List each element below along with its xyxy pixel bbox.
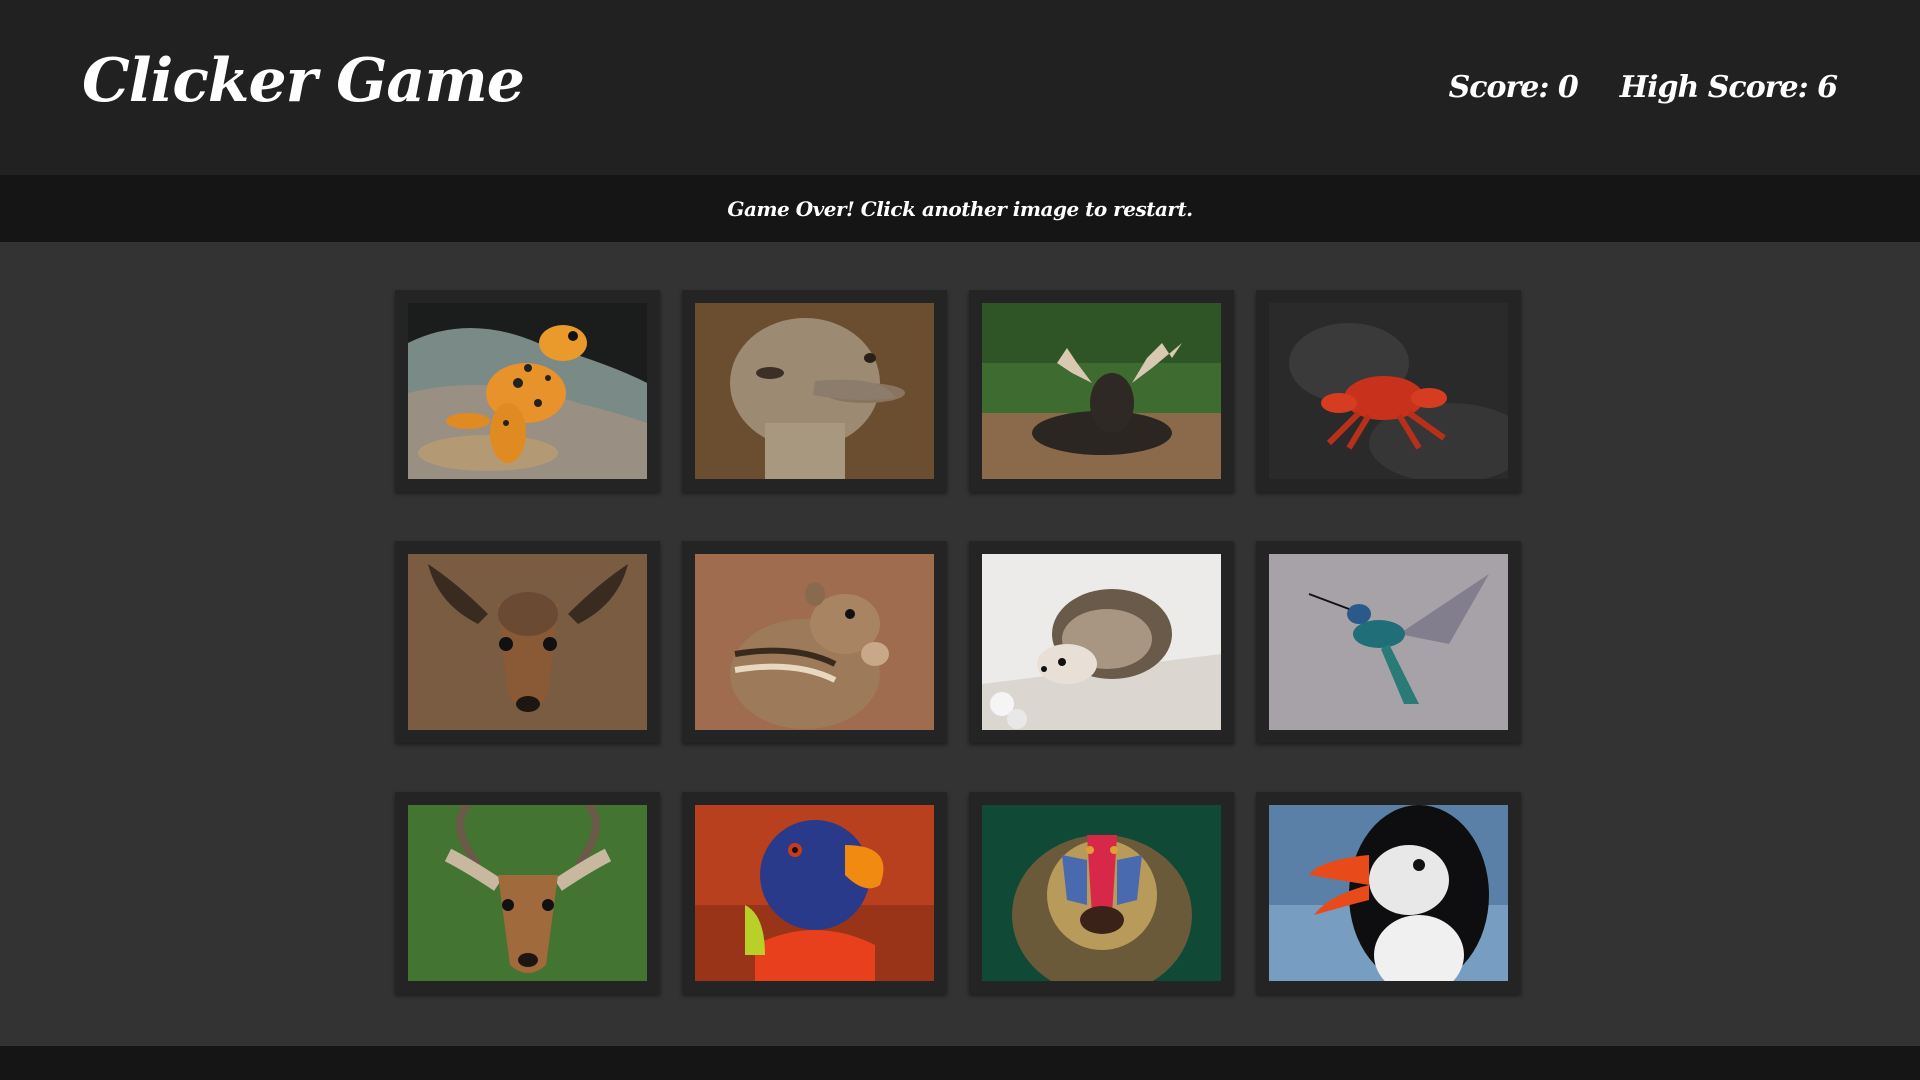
footer	[0, 1046, 1920, 1080]
mandrill-image	[982, 805, 1221, 981]
puffin-image	[1269, 805, 1508, 981]
image-card-mandrill[interactable]	[969, 792, 1234, 994]
ostrich-image	[695, 303, 934, 479]
score-area: Score: 0 High Score: 6	[1448, 70, 1838, 105]
crab-image	[1269, 303, 1508, 479]
game-message: Game Over! Click another image to restar…	[727, 196, 1193, 221]
image-card-moose[interactable]	[969, 290, 1234, 492]
brand-title[interactable]: Clicker Game	[82, 46, 525, 116]
image-card-crab[interactable]	[1256, 290, 1521, 492]
image-grid	[395, 290, 1525, 994]
message-bar: Game Over! Click another image to restar…	[0, 175, 1920, 242]
hummingbird-image	[1269, 554, 1508, 730]
high-score-label: High Score: 6	[1619, 70, 1838, 105]
image-card-ostrich[interactable]	[682, 290, 947, 492]
image-card-puffin[interactable]	[1256, 792, 1521, 994]
image-card-frog[interactable]	[395, 290, 660, 492]
lorikeet-image	[695, 805, 934, 981]
hedgehog-image	[982, 554, 1221, 730]
moose-image	[982, 303, 1221, 479]
dik-dik-image	[408, 554, 647, 730]
image-card-lorikeet[interactable]	[682, 792, 947, 994]
score-label: Score: 0	[1448, 70, 1579, 105]
image-card-dik-dik[interactable]	[395, 541, 660, 743]
image-card-hummingbird[interactable]	[1256, 541, 1521, 743]
frog-image	[408, 303, 647, 479]
chipmunk-image	[695, 554, 934, 730]
impala-image	[408, 805, 647, 981]
image-card-chipmunk[interactable]	[682, 541, 947, 743]
image-card-hedgehog[interactable]	[969, 541, 1234, 743]
navbar: Clicker Game Score: 0 High Score: 6	[0, 0, 1920, 175]
image-card-impala[interactable]	[395, 792, 660, 994]
